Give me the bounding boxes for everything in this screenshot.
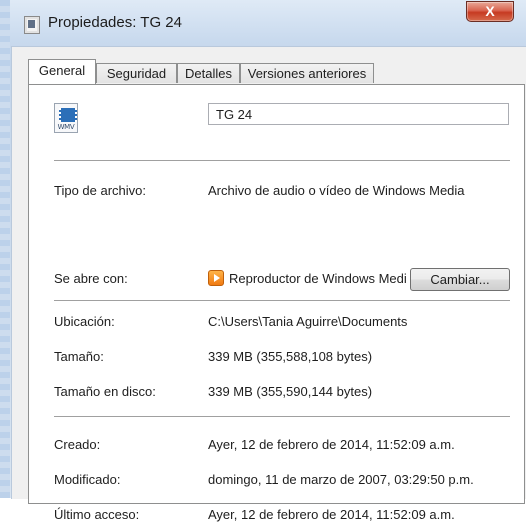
- file-name-input[interactable]: [208, 103, 509, 125]
- film-strip-icon: [59, 108, 77, 122]
- last-accessed-value: Ayer, 12 de febrero de 2014, 11:52:09 a.…: [208, 507, 455, 522]
- created-label: Creado:: [54, 437, 101, 452]
- separator: [54, 416, 510, 417]
- document-icon: [24, 16, 40, 34]
- modified-value: domingo, 11 de marzo de 2007, 03:29:50 p…: [208, 472, 474, 487]
- opens-with-label: Se abre con:: [54, 271, 128, 286]
- general-tab-panel: WMV Tipo de archivo: Archivo de audio o …: [28, 84, 525, 522]
- tab-versiones-anteriores[interactable]: Versiones anteriores: [240, 63, 374, 83]
- file-type-label: Tipo de archivo:: [54, 183, 147, 198]
- tab-general[interactable]: General: [28, 59, 96, 84]
- tab-detalles[interactable]: Detalles: [177, 63, 240, 83]
- tab-strip: General Seguridad Detalles Versiones ant…: [28, 57, 526, 85]
- change-button[interactable]: Cambiar...: [410, 268, 510, 291]
- modified-label: Modificado:: [54, 472, 121, 487]
- wmv-file-icon: WMV: [54, 103, 78, 133]
- size-on-disk-label: Tamaño en disco:: [54, 384, 156, 399]
- media-player-icon: [208, 270, 224, 286]
- window-left-border: [0, 0, 10, 498]
- dialog-client-area: General Seguridad Detalles Versiones ant…: [11, 46, 526, 522]
- window-title: Propiedades: TG 24: [48, 14, 182, 31]
- dialog-window: Propiedades: TG 24 X General Seguridad D…: [0, 0, 526, 522]
- size-value: 339 MB (355,588,108 bytes): [208, 349, 373, 364]
- separator: [54, 300, 510, 301]
- size-on-disk-value: 339 MB (355,590,144 bytes): [208, 384, 373, 399]
- tab-seguridad[interactable]: Seguridad: [96, 63, 177, 83]
- size-label: Tamaño:: [54, 349, 104, 364]
- last-accessed-label: Último acceso:: [54, 507, 140, 522]
- file-extension-label: WMV: [57, 123, 75, 131]
- location-value: C:\Users\Tania Aguirre\Documents: [208, 314, 408, 329]
- separator: [54, 160, 510, 161]
- created-value: Ayer, 12 de febrero de 2014, 11:52:09 a.…: [208, 437, 455, 452]
- opens-with-value: Reproductor de Windows Media: [229, 271, 407, 286]
- close-button[interactable]: X: [466, 1, 514, 22]
- location-label: Ubicación:: [54, 314, 115, 329]
- file-type-value: Archivo de audio o vídeo de Windows Medi…: [208, 183, 465, 198]
